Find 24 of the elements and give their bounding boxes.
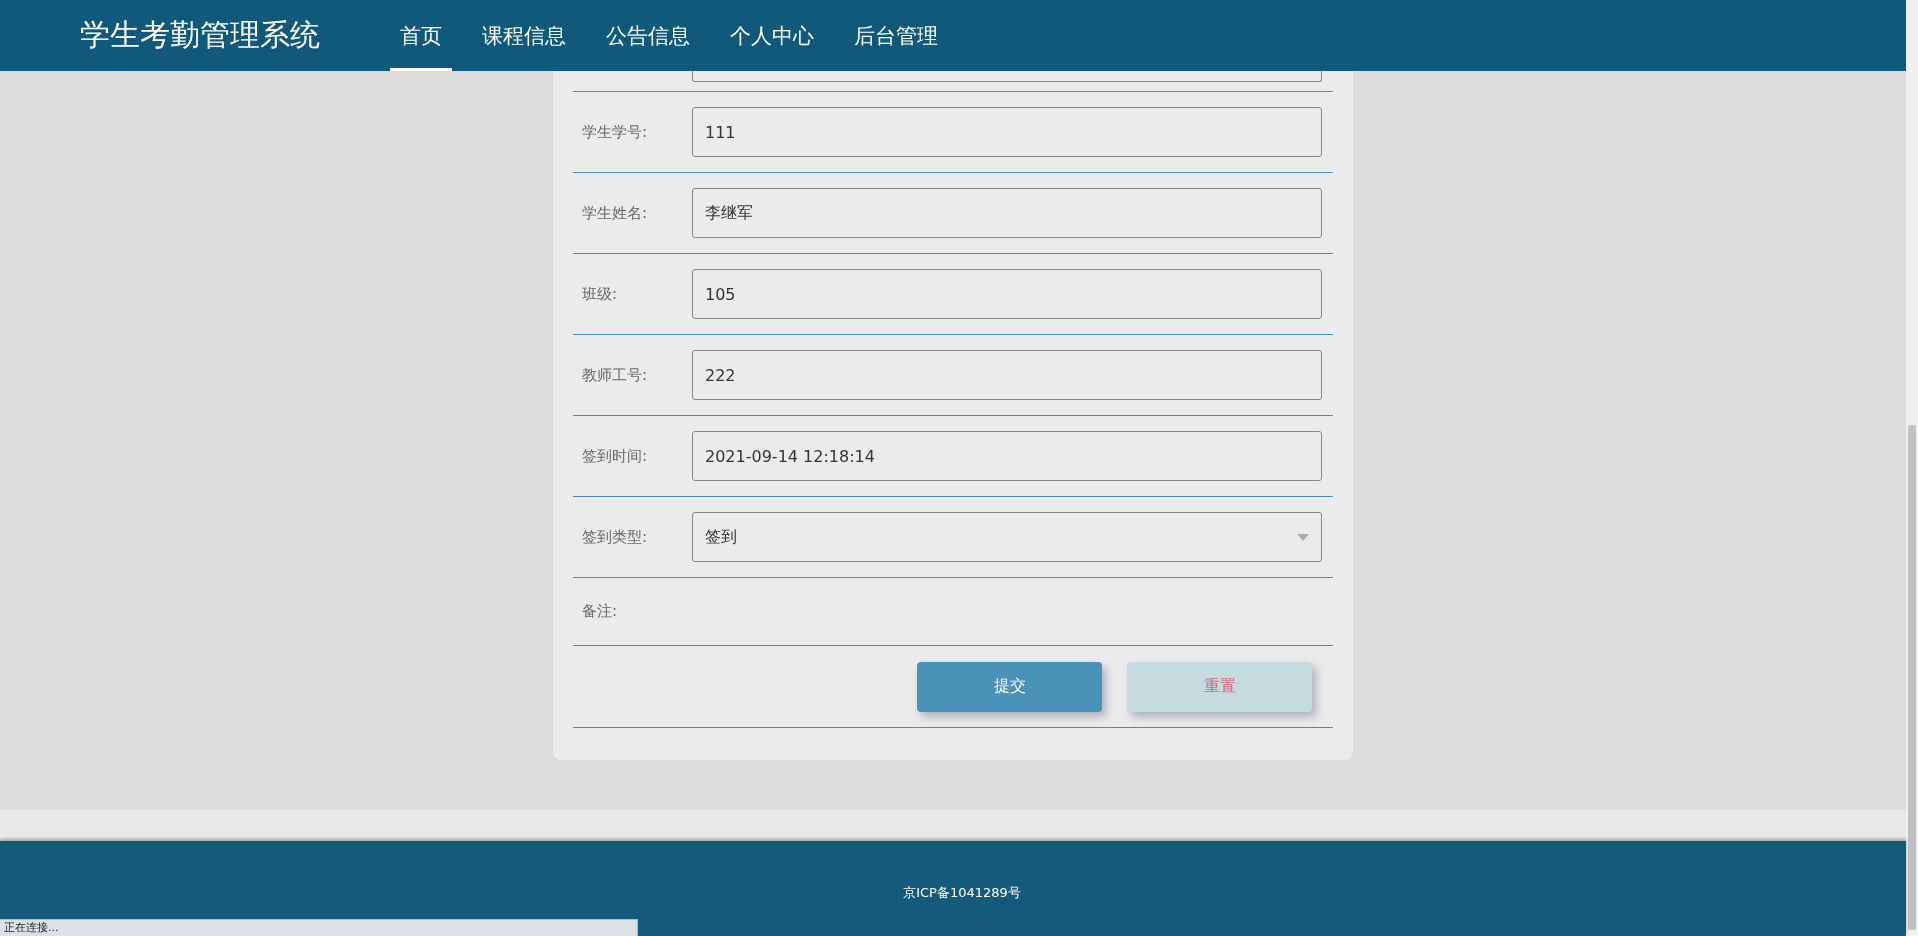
- scrollbar-thumb[interactable]: [1908, 425, 1916, 930]
- nav-link[interactable]: 后台管理: [844, 0, 948, 71]
- nav-link[interactable]: 公告信息: [596, 0, 700, 71]
- footer-text: 京ICP备1041289号: [903, 883, 1021, 902]
- input-field[interactable]: 2021-09-14 12:18:14: [692, 431, 1322, 481]
- status-bar: 正在连接...: [0, 919, 638, 936]
- field-label: 学生姓名:: [582, 203, 649, 223]
- nav-link[interactable]: 个人中心: [720, 0, 824, 71]
- field-label: 签到类型:: [582, 527, 649, 547]
- caret-icon: [1297, 533, 1309, 541]
- select-field[interactable]: 签到: [692, 512, 1322, 562]
- input-field[interactable]: 111: [692, 107, 1322, 157]
- field-label: 备注:: [582, 602, 619, 621]
- input-field[interactable]: 222: [692, 350, 1322, 400]
- nav-link[interactable]: 课程信息: [472, 0, 576, 71]
- scrollbar[interactable]: [1906, 0, 1918, 936]
- field-label: 学生学号:: [582, 122, 649, 142]
- field-label: 班级:: [582, 284, 619, 304]
- field-label: 签到时间:: [582, 446, 649, 466]
- site-title: 学生考勤管理系统: [80, 16, 321, 54]
- field-label: 教师工号:: [582, 365, 649, 385]
- input-field[interactable]: 李继军: [692, 188, 1322, 238]
- input-field[interactable]: [692, 71, 1322, 82]
- input-field[interactable]: 105: [692, 269, 1322, 319]
